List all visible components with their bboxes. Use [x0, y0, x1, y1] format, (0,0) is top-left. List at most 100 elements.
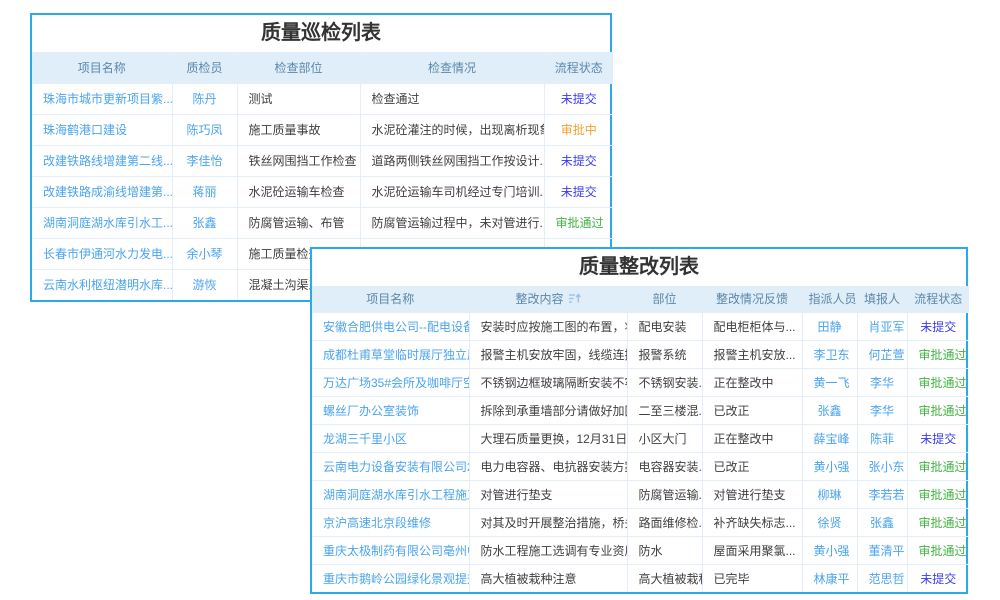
rectification-content-cell: 报警主机安放牢固，线缆连接...	[469, 340, 627, 368]
table-row[interactable]: 京沪高速北京段维修对其及时开展整治措施，桥头...路面维修检...补齐缺失标志.…	[312, 508, 969, 536]
table-row[interactable]: 珠海鹤港口建设陈巧凤施工质量事故水泥砼灌注的时候，出现离析现象审批中	[32, 114, 613, 145]
process-status-cell: 审批通过	[907, 480, 969, 508]
table-row[interactable]: 安徽合肥供电公司--配电设备...安装时应按施工图的布置，将...配电安装配电柜…	[312, 312, 969, 340]
cell-text: 黄一飞	[814, 376, 850, 390]
cell-text: 大理石质量更换，12月31日之...	[481, 432, 628, 446]
table-row[interactable]: 改建铁路线增建第二线...李佳怡铁丝网围挡工作检查道路两侧铁丝网围挡工作按设计.…	[32, 145, 613, 176]
feedback-cell: 已改正	[702, 452, 802, 480]
column-header-1: 项目名称	[32, 52, 172, 83]
project-link[interactable]: 改建铁路成渝线增建第...	[43, 185, 172, 199]
cell-text: 不锈钢边框玻璃隔断安装不牢...	[481, 376, 628, 390]
cell-text: 水泥砼灌注的时候，出现离析现象	[372, 123, 545, 137]
table-row[interactable]: 珠海市城市更新项目紫...陈丹测试检查通过未提交	[32, 83, 613, 114]
cell-text: 审批中	[561, 123, 597, 137]
cell-text: 审批通过	[919, 460, 967, 474]
project-link[interactable]: 龙湖三千里小区	[323, 432, 407, 446]
cell-text: 未提交	[920, 572, 956, 586]
table-row[interactable]: 重庆市鹅岭公园绿化景观提升...高大植被栽种注意高大植被栽种已完毕林康平范思哲未…	[312, 564, 969, 592]
project-link[interactable]: 改建铁路线增建第二线...	[43, 154, 172, 168]
project-link[interactable]: 湖南洞庭湖水库引水工...	[43, 216, 172, 230]
table-row[interactable]: 龙湖三千里小区大理石质量更换，12月31日之...小区大门正在整改中薛宝峰陈菲未…	[312, 424, 969, 452]
reporter-cell: 何芷萱	[857, 340, 907, 368]
sort-icon[interactable]	[568, 293, 581, 304]
process-status-cell: 审批中	[544, 114, 613, 145]
column-header-5: 指派人员	[802, 286, 857, 312]
process-status-cell: 审批通过	[907, 340, 969, 368]
project-link[interactable]: 螺丝厂办公室装饰	[323, 404, 419, 418]
project-name-cell: 长春市伊通河水力发电...	[32, 238, 172, 269]
reporter-cell: 李华	[857, 368, 907, 396]
cell-text: 张小东	[869, 460, 905, 474]
inspector-cell: 李佳怡	[172, 145, 237, 176]
inspection-part-cell: 铁丝网围挡工作检查	[237, 145, 360, 176]
project-name-cell: 云南电力设备安装有限公司20...	[312, 452, 469, 480]
column-header-label: 部位	[652, 292, 676, 306]
inspection-situation-cell: 检查通过	[360, 83, 544, 114]
inspection-situation-cell: 道路两侧铁丝网围挡工作按设计...	[360, 145, 544, 176]
cell-text: 黄小强	[814, 544, 850, 558]
cell-text: 小区大门	[639, 432, 687, 446]
table-row[interactable]: 湖南洞庭湖水库引水工程施工标对管进行垫支防腐管运输...对管进行垫支柳琳李若若审…	[312, 480, 969, 508]
table-row[interactable]: 云南电力设备安装有限公司20... 电力电容器、电抗器安装方案,...电容器安装.…	[312, 452, 969, 480]
cell-text: 防腐管运输过程中，未对管进行...	[372, 216, 545, 230]
table-row[interactable]: 螺丝厂办公室装饰拆除到承重墙部分请做好加固...二至三楼混...已改正张鑫李华审…	[312, 396, 969, 424]
project-link[interactable]: 京沪高速北京段维修	[323, 516, 431, 530]
cell-text: 审批通过	[919, 516, 967, 530]
part-cell: 不锈钢安装...	[627, 368, 702, 396]
table-row[interactable]: 改建铁路成渝线增建第...蒋丽水泥砼运输车检查水泥砼运输车司机经过专门培训...…	[32, 176, 613, 207]
cell-text: 张鑫	[192, 216, 216, 230]
cell-text: 徐贤	[817, 516, 841, 530]
project-link[interactable]: 湖南洞庭湖水库引水工程施工标	[323, 488, 469, 502]
project-link[interactable]: 重庆市鹅岭公园绿化景观提升...	[323, 572, 469, 586]
project-link[interactable]: 珠海鹤港口建设	[43, 123, 127, 137]
column-header-label: 流程状态	[914, 292, 962, 306]
reporter-cell: 陈菲	[857, 424, 907, 452]
cell-text: 未提交	[561, 185, 597, 199]
table-row[interactable]: 湖南洞庭湖水库引水工...张鑫防腐管运输、布管防腐管运输过程中，未对管进行...…	[32, 207, 613, 238]
table-row[interactable]: 成都杜甫草堂临时展厅独立展...报警主机安放牢固，线缆连接...报警系统报警主机…	[312, 340, 969, 368]
process-status-cell: 审批通过	[907, 368, 969, 396]
project-link[interactable]: 云南水利枢纽潜明水库...	[43, 278, 172, 292]
cell-text: 道路两侧铁丝网围挡工作按设计...	[372, 154, 545, 168]
cell-text: 高大植被栽种注意	[481, 572, 577, 586]
project-link[interactable]: 珠海市城市更新项目紫...	[43, 92, 172, 106]
project-name-cell: 湖南洞庭湖水库引水工...	[32, 207, 172, 238]
table-row[interactable]: 重庆太极制药有限公司亳州中...防水工程施工选调有专业资质...防水屋面采用聚氯…	[312, 536, 969, 564]
project-name-cell: 重庆市鹅岭公园绿化景观提升...	[312, 564, 469, 592]
cell-text: 测试	[249, 92, 273, 106]
cell-text: 屋面采用聚氯...	[714, 544, 796, 558]
project-link[interactable]: 重庆太极制药有限公司亳州中...	[323, 544, 469, 558]
cell-text: 薛宝峰	[814, 432, 850, 446]
cell-text: 高大植被栽种	[639, 572, 703, 586]
cell-text: 配电柜柜体与...	[714, 320, 796, 334]
part-cell: 防腐管运输...	[627, 480, 702, 508]
cell-text: 电力电容器、电抗器安装方案,...	[481, 460, 628, 474]
column-header-label: 填报人	[864, 292, 900, 306]
process-status-cell: 审批通过	[544, 207, 613, 238]
column-header-label: 项目名称	[366, 292, 414, 306]
column-header-3: 部位	[627, 286, 702, 312]
feedback-cell: 正在整改中	[702, 424, 802, 452]
cell-text: 李华	[870, 404, 894, 418]
cell-text: 柳琳	[817, 488, 841, 502]
part-cell: 电容器安装...	[627, 452, 702, 480]
project-link[interactable]: 长春市伊通河水力发电...	[43, 247, 172, 261]
cell-text: 配电安装	[639, 320, 687, 334]
cell-text: 已完毕	[714, 572, 750, 586]
rectification-content-cell: 拆除到承重墙部分请做好加固...	[469, 396, 627, 424]
inspection-situation-cell: 防腐管运输过程中，未对管进行...	[360, 207, 544, 238]
assignee-cell: 张鑫	[802, 396, 857, 424]
cell-text: 施工质量事故	[249, 123, 321, 137]
project-link[interactable]: 成都杜甫草堂临时展厅独立展...	[323, 348, 469, 362]
cell-text: 董清平	[869, 544, 905, 558]
column-header-2[interactable]: 整改内容	[469, 286, 627, 312]
cell-text: 肖亚军	[869, 320, 905, 334]
project-link[interactable]: 安徽合肥供电公司--配电设备...	[323, 320, 469, 334]
cell-text: 未提交	[561, 154, 597, 168]
table-row[interactable]: 万达广场35#会所及咖啡厅空... 不锈钢边框玻璃隔断安装不牢...不锈钢安装..…	[312, 368, 969, 396]
project-name-cell: 珠海市城市更新项目紫...	[32, 83, 172, 114]
cell-text: 水泥砼运输车司机经过专门培训...	[372, 185, 545, 199]
project-link[interactable]: 云南电力设备安装有限公司20...	[323, 460, 469, 474]
cell-text: 陈菲	[870, 432, 894, 446]
project-link[interactable]: 万达广场35#会所及咖啡厅空...	[323, 376, 469, 390]
